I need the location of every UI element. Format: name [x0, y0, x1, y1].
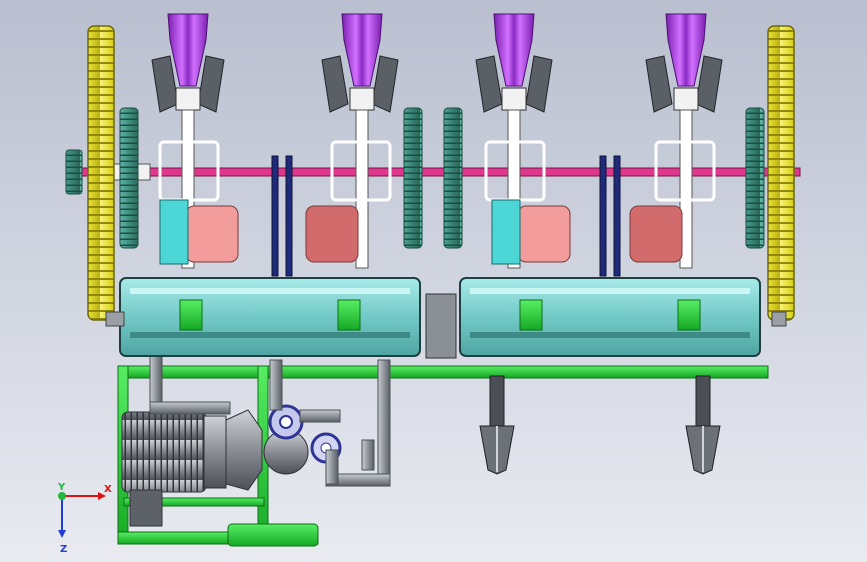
triad-x-label: X: [104, 484, 112, 495]
seed-hopper-right: [459, 277, 761, 357]
cad-viewport[interactable]: X Y Z: [0, 0, 867, 562]
triad-y-label: Y: [57, 482, 66, 493]
seed-hopper-left: [119, 277, 421, 357]
seeder-machine-model[interactable]: X Y Z: [0, 0, 867, 562]
hopper-coupling: [425, 293, 457, 359]
ground-wheel-right: [767, 25, 795, 327]
triad-z-label: Z: [60, 544, 67, 555]
